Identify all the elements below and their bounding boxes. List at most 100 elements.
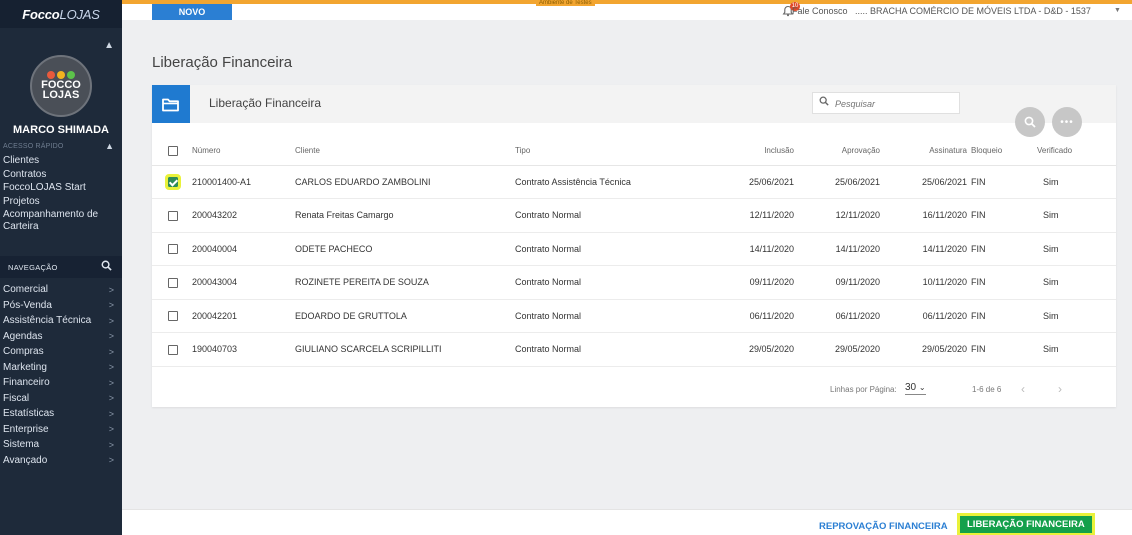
column-header-tipo[interactable]: Tipo	[515, 137, 702, 166]
cell-verificado: Sim	[1013, 165, 1116, 199]
quick-item-foccolojas-start[interactable]: FoccoLOJAS Start	[3, 182, 119, 194]
nav-item-agendas[interactable]: Agendas >	[0, 329, 122, 345]
row-checkbox[interactable]	[165, 174, 181, 191]
quick-item-projetos[interactable]: Projetos	[3, 196, 119, 208]
chevron-right-icon: >	[108, 424, 114, 435]
contracts-table: Número Cliente Tipo Inclusão Aprovação A…	[152, 137, 1116, 367]
column-header-verificado[interactable]: Verificado	[1013, 137, 1116, 166]
avatar[interactable]: FOCCO LOJAS	[30, 55, 92, 117]
reject-financial-button[interactable]: REPROVAÇÃO FINANCEIRA	[819, 521, 948, 532]
cell-aprovacao: 12/11/2020	[794, 198, 880, 233]
nav-item-enterprise[interactable]: Enterprise >	[0, 422, 122, 438]
collapse-up-icon[interactable]: ▲	[104, 40, 114, 51]
table-row[interactable]: 190040703 GIULIANO SCARCELA SCRIPILLITI …	[152, 332, 1116, 367]
cell-tipo: Contrato Normal	[515, 198, 702, 233]
nav-item-fiscal[interactable]: Fiscal >	[0, 391, 122, 407]
rows-per-page-select[interactable]: 30 ⌄	[905, 382, 926, 395]
rows-per-page-label: Linhas por Página:	[830, 385, 897, 394]
nav-label: Compras	[3, 346, 44, 358]
nav-item-pos-venda[interactable]: Pós-Venda >	[0, 298, 122, 314]
column-header-bloqueio[interactable]: Bloqueio	[967, 137, 1013, 166]
chevron-right-icon: >	[108, 393, 114, 404]
avatar-dot	[67, 71, 75, 79]
nav-item-compras[interactable]: Compras >	[0, 344, 122, 360]
cell-aprovacao: 06/11/2020	[794, 299, 880, 333]
column-header-assinatura[interactable]: Assinatura	[880, 137, 967, 166]
chevron-right-icon: >	[108, 284, 114, 295]
cell-numero-link[interactable]: 200043202	[192, 198, 295, 233]
column-header-inclusao[interactable]: Inclusão	[702, 137, 794, 166]
nav-item-marketing[interactable]: Marketing >	[0, 360, 122, 376]
column-header-aprovacao[interactable]: Aprovação	[794, 137, 880, 166]
quick-access-list: Clientes Contratos FoccoLOJAS Start Proj…	[3, 155, 119, 234]
floating-search-button[interactable]	[1015, 107, 1045, 137]
table-row[interactable]: 200040004 ODETE PACHECO Contrato Normal …	[152, 232, 1116, 266]
chevron-right-icon: >	[108, 362, 114, 373]
cell-inclusao: 25/06/2021	[702, 165, 794, 199]
next-page-icon[interactable]: ›	[1058, 382, 1062, 396]
more-options-button[interactable]: •••	[1052, 107, 1082, 137]
sidebar: FoccoLOJAS ▲ FOCCO LOJAS MARCO SHIMADA A…	[0, 0, 122, 535]
cell-bloqueio: FIN	[967, 265, 1013, 300]
column-header-cliente[interactable]: Cliente	[295, 137, 515, 166]
new-button[interactable]: NOVO	[152, 4, 232, 20]
nav-item-sistema[interactable]: Sistema >	[0, 437, 122, 453]
column-header-numero[interactable]: Número	[192, 137, 295, 166]
cell-cliente: Renata Freitas Camargo	[295, 198, 515, 233]
cell-numero-link[interactable]: 190040703	[192, 332, 295, 367]
nav-search-icon[interactable]	[101, 260, 112, 274]
cell-verificado: Sim	[1013, 198, 1116, 233]
approve-financial-button[interactable]: LIBERAÇÃO FINANCEIRA	[957, 513, 1095, 535]
cell-verificado: Sim	[1013, 265, 1116, 300]
cell-numero-link[interactable]: 200040004	[192, 232, 295, 266]
table-row[interactable]: 210001400-A1 CARLOS EDUARDO ZAMBOLINI Co…	[152, 165, 1116, 199]
nav-item-assistencia[interactable]: Assistência Técnica >	[0, 313, 122, 329]
quick-item-contratos[interactable]: Contratos	[3, 169, 119, 181]
row-checkbox[interactable]	[168, 277, 178, 288]
nav-list: Comercial > Pós-Venda > Assistência Técnic…	[0, 282, 122, 468]
chevron-right-icon: >	[108, 315, 114, 326]
cell-cliente: GIULIANO SCARCELA SCRIPILLITI	[295, 332, 515, 367]
cell-tipo: Contrato Normal	[515, 332, 702, 367]
row-checkbox[interactable]	[168, 344, 178, 355]
row-checkbox[interactable]	[168, 311, 178, 322]
company-selector[interactable]: ..... BRACHA COMÉRCIO DE MÓVEIS LTDA - D…	[855, 6, 1091, 16]
nav-item-comercial[interactable]: Comercial >	[0, 282, 122, 298]
table-row[interactable]: 200042201 EDOARDO DE GRUTTOLA Contrato N…	[152, 299, 1116, 333]
nav-item-estatisticas[interactable]: Estatísticas >	[0, 406, 122, 422]
cell-numero-link[interactable]: 200043004	[192, 265, 295, 300]
contact-link[interactable]: Fale Conosco	[792, 6, 848, 16]
cell-assinatura: 29/05/2020	[880, 332, 967, 367]
cell-verificado: Sim	[1013, 232, 1116, 266]
nav-label: Marketing	[3, 361, 47, 373]
row-checkbox[interactable]	[168, 210, 178, 221]
nav-item-financeiro[interactable]: Financeiro >	[0, 375, 122, 391]
app-logo[interactable]: FoccoLOJAS	[0, 0, 122, 28]
environment-tag: Ambiente de Testes	[536, 0, 595, 6]
row-checkbox[interactable]	[168, 244, 178, 255]
page-title: Liberação Financeira	[152, 54, 293, 71]
cell-numero-link[interactable]: 210001400-A1	[192, 165, 295, 199]
search-box[interactable]	[812, 92, 960, 114]
quick-item-acompanhamento[interactable]: Acompanhamento de Carteira	[3, 209, 119, 232]
cell-numero-link[interactable]: 200042201	[192, 299, 295, 333]
avatar-dot	[47, 71, 55, 79]
chevron-right-icon: >	[108, 331, 114, 342]
table-row[interactable]: 200043202 Renata Freitas Camargo Contrat…	[152, 198, 1116, 233]
previous-page-icon[interactable]: ‹	[1021, 382, 1025, 396]
select-all-checkbox[interactable]	[168, 145, 178, 156]
table-row[interactable]: 200043004 ROZINETE PEREITA DE SOUZA Cont…	[152, 265, 1116, 300]
logo-bold: Focco	[22, 6, 60, 22]
nav-label: Enterprise	[3, 423, 49, 435]
navigation-label: NAVEGAÇÃO	[8, 262, 58, 272]
more-dots-icon: •••	[1060, 116, 1074, 128]
cell-assinatura: 10/11/2020	[880, 265, 967, 300]
quick-item-clientes[interactable]: Clientes	[3, 155, 119, 167]
quick-access-collapse-icon[interactable]: ▲	[105, 141, 114, 151]
cell-aprovacao: 09/11/2020	[794, 265, 880, 300]
page-range: 1-6 de 6	[972, 385, 1002, 394]
chevron-down-icon[interactable]: ▼	[1114, 7, 1121, 14]
nav-item-avancado[interactable]: Avançado >	[0, 453, 122, 469]
search-input[interactable]	[835, 96, 955, 111]
cell-bloqueio: FIN	[967, 332, 1013, 367]
